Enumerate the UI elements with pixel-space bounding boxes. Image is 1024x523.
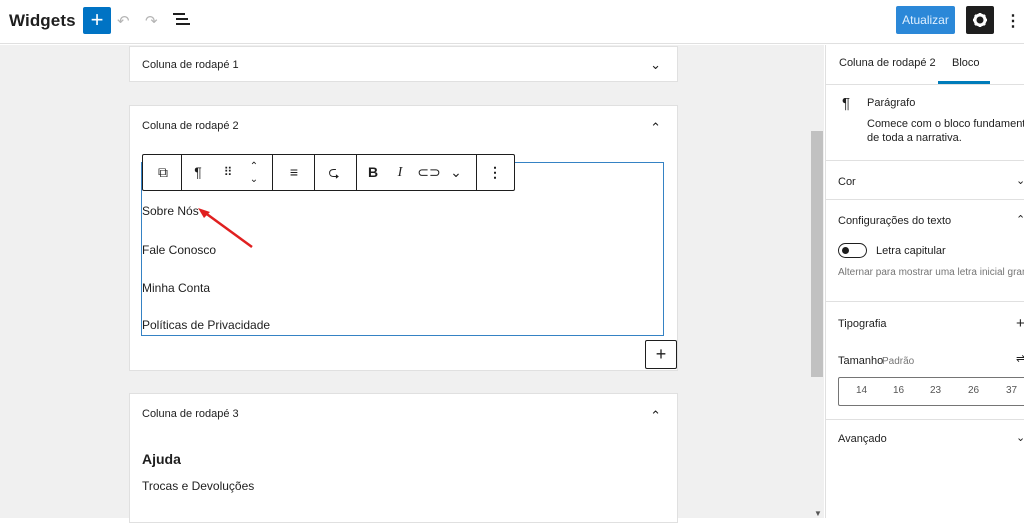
paragraph-text[interactable]: Sobre Nós: [142, 204, 199, 218]
page-title: Widgets: [9, 11, 76, 30]
widget-area-1[interactable]: Coluna de rodapé 1 ⌄: [129, 46, 678, 82]
color-panel-title[interactable]: Cor: [838, 176, 856, 188]
undo-icon[interactable]: ↶: [117, 12, 130, 30]
drop-cap-label: Letra capitular: [876, 245, 946, 257]
custom-size-icon[interactable]: ⇌: [1016, 352, 1024, 365]
list-view-icon[interactable]: [173, 13, 190, 28]
paragraph-text[interactable]: Trocas e Devoluções: [142, 479, 254, 493]
block-toolbar: ⧉ ¶ ⠿ ⌃ ⌄ ≡ ⮎ B I ⊂⊃ ⌄ ⋮: [142, 154, 515, 191]
update-button[interactable]: Atualizar: [896, 6, 955, 34]
font-size-value: Padrão: [882, 356, 915, 367]
widget-area-3: Coluna de rodapé 3 ⌃: [129, 393, 678, 523]
typography-title[interactable]: Tipografia: [838, 318, 887, 330]
redo-icon[interactable]: ↷: [145, 12, 158, 30]
chevron-up-icon[interactable]: ⌃: [1016, 213, 1024, 226]
drop-cap-help: Alternar para mostrar uma letra inicial …: [838, 267, 1024, 278]
add-block-button[interactable]: +: [645, 340, 677, 369]
chevron-up-icon[interactable]: ⌃: [650, 408, 661, 424]
font-size-option[interactable]: 14: [856, 385, 867, 396]
tab-block[interactable]: Bloco: [952, 57, 980, 69]
widget-area-title: Coluna de rodapé 2: [142, 120, 239, 132]
chevron-down-icon[interactable]: ⌄: [1016, 174, 1024, 187]
font-size-option[interactable]: 16: [893, 385, 904, 396]
settings-button[interactable]: [966, 6, 994, 34]
settings-sidebar: Coluna de rodapé 2 Bloco ¶ Parágrafo Com…: [825, 45, 1024, 518]
chevron-down-icon[interactable]: ⌄: [1016, 431, 1024, 444]
transform-icon[interactable]: ⮎: [323, 155, 345, 190]
top-bar: Widgets + ↶ ↷ Atualizar ⋮: [0, 0, 1024, 44]
block-name: Parágrafo: [867, 97, 916, 109]
scrollbar-thumb[interactable]: [811, 131, 823, 377]
drag-handle-icon[interactable]: ⠿: [217, 155, 239, 190]
font-size-option[interactable]: 26: [968, 385, 979, 396]
widget-area-title: Coluna de rodapé 1: [142, 59, 239, 71]
font-size-picker: 14 16 23 26 37: [838, 377, 1024, 406]
scroll-down-icon[interactable]: ▼: [814, 509, 822, 518]
advanced-panel-title[interactable]: Avançado: [838, 433, 887, 445]
block-description: de toda a narrativa.: [867, 132, 962, 144]
widget-area-title: Coluna de rodapé 3: [142, 408, 239, 420]
bold-icon[interactable]: B: [362, 155, 384, 190]
paragraph-text[interactable]: Minha Conta: [142, 281, 210, 295]
plus-icon[interactable]: +: [1016, 315, 1024, 332]
chevron-up-icon[interactable]: ⌃: [650, 120, 661, 136]
link-icon[interactable]: ⊂⊃: [417, 155, 441, 190]
options-menu-icon[interactable]: ⋮: [1005, 11, 1021, 31]
text-settings-title[interactable]: Configurações do texto: [838, 215, 951, 227]
paragraph-text[interactable]: Políticas de Privacidade: [142, 318, 270, 332]
block-description: Comece com o bloco fundamental: [867, 118, 1024, 130]
annotation-arrow: [198, 208, 253, 249]
more-options-icon[interactable]: ⋮: [484, 155, 506, 190]
parent-block-icon[interactable]: ⧉: [147, 155, 179, 190]
move-up-down-icon[interactable]: ⌃ ⌄: [243, 155, 265, 190]
font-size-option[interactable]: 37: [1006, 385, 1017, 396]
drop-cap-toggle[interactable]: [838, 243, 867, 258]
chevron-down-icon[interactable]: ⌄: [650, 57, 661, 73]
font-size-option[interactable]: 23: [930, 385, 941, 396]
paragraph-icon: ¶: [842, 95, 851, 112]
chevron-down-icon[interactable]: ⌄: [445, 155, 467, 190]
add-block-button[interactable]: +: [83, 7, 111, 34]
gear-icon: [973, 13, 987, 27]
paragraph-icon[interactable]: ¶: [187, 155, 209, 190]
align-icon[interactable]: ≡: [283, 155, 305, 190]
italic-icon[interactable]: I: [389, 155, 411, 190]
tab-widget-area[interactable]: Coluna de rodapé 2: [839, 57, 936, 69]
font-size-label: Tamanho: [838, 355, 884, 367]
heading-block[interactable]: Ajuda: [142, 451, 181, 467]
